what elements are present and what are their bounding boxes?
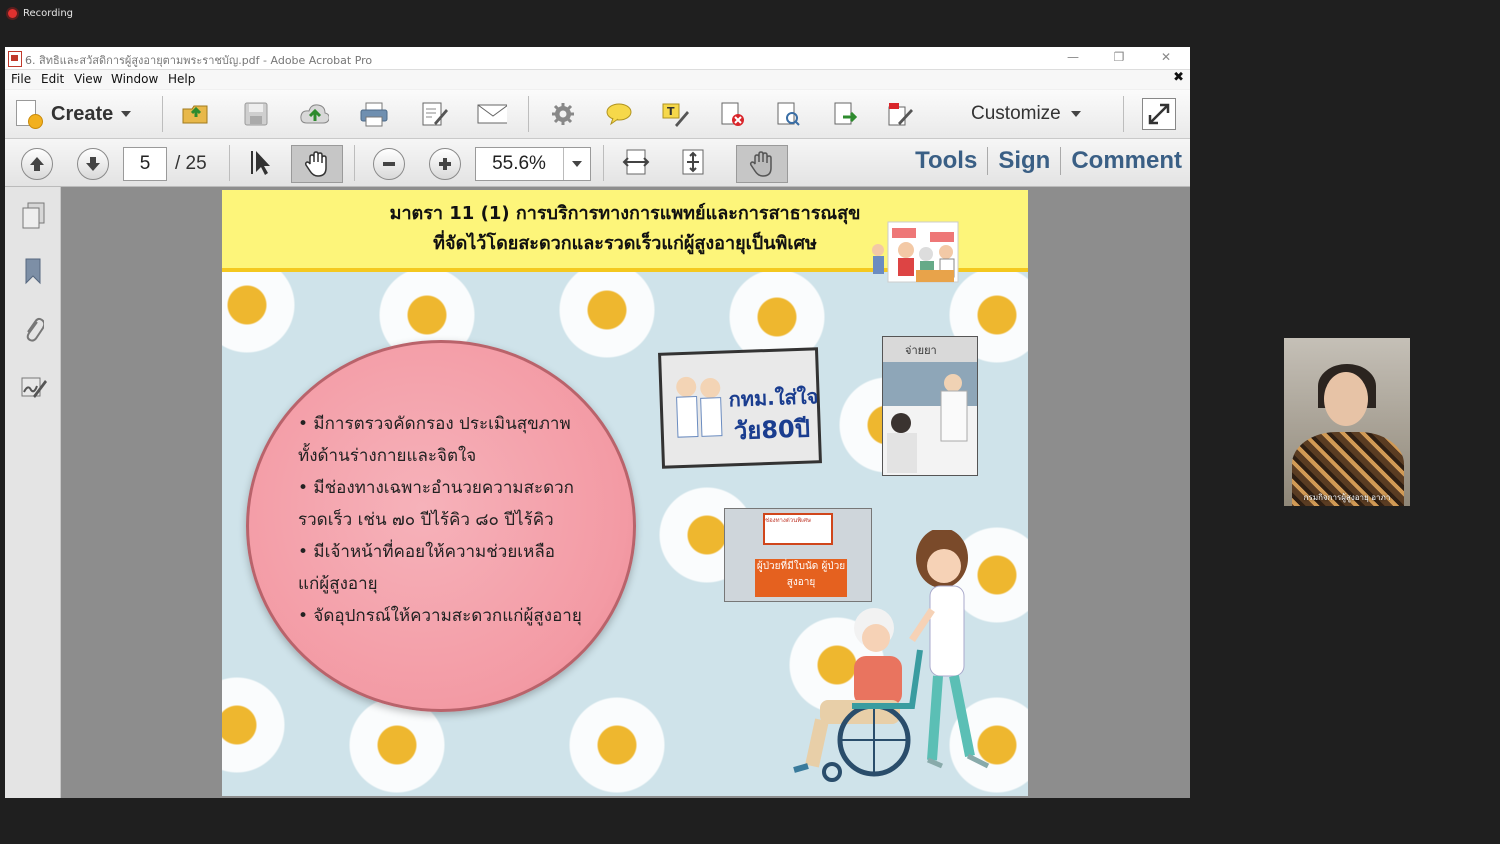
save-icon[interactable] [241, 100, 271, 128]
attachment-icon[interactable] [19, 315, 47, 343]
pdf-page-slide: มาตรา 11 (1) การบริการทางการแพทย์และการส… [222, 190, 1028, 796]
export-icon[interactable] [830, 100, 860, 128]
signature-icon[interactable] [19, 373, 47, 401]
menu-window[interactable]: Window [111, 72, 158, 86]
chevron-down-icon [1070, 111, 1081, 117]
hand-tool-button[interactable] [291, 145, 343, 183]
chevron-down-icon [572, 161, 582, 167]
participant-face [1324, 372, 1368, 426]
close-button[interactable]: ✕ [1156, 50, 1176, 64]
video-participant-tile[interactable]: กรมกิจการผู้สูงอายุ อาภา [1284, 338, 1410, 506]
bullet-item: ทั้งด้านร่างกายและจิตใจ [298, 446, 477, 466]
title-bar: 6. สิทธิและสวัสดิการผู้สูงอายุตามพระราชบ… [5, 47, 1190, 70]
fit-width-icon[interactable] [621, 148, 651, 176]
highlight-icon[interactable]: T [660, 100, 690, 128]
print-icon[interactable] [359, 100, 389, 128]
navigation-pane [5, 187, 61, 798]
search-page-icon[interactable] [773, 100, 803, 128]
comment-icon[interactable] [604, 100, 634, 128]
comment-link[interactable]: Comment [1071, 147, 1182, 175]
open-icon[interactable] [181, 100, 211, 128]
window-title: 6. สิทธิและสวัสดิการผู้สูงอายุตามพระราชบ… [25, 54, 373, 67]
chevron-down-icon [121, 111, 132, 117]
photo-pharmacy-counter: จ่ายยา [882, 336, 978, 476]
photo1-line2: วัย80ปี [733, 414, 811, 446]
select-tool-icon[interactable] [246, 148, 276, 176]
tools-link[interactable]: Tools [915, 147, 977, 175]
recording-indicator: Recording [8, 8, 73, 19]
bullet-item: • มีการตรวจคัดกรอง ประเมินสุขภาพ [298, 414, 571, 434]
wheelchair-illustration [792, 528, 1022, 790]
bookmark-icon[interactable] [19, 257, 47, 285]
menu-file[interactable]: File [11, 72, 31, 86]
settings-icon[interactable] [548, 100, 578, 128]
navigation-toolbar: 5 / 25 55.6% Tools Sign Comment [5, 139, 1190, 187]
record-icon [8, 9, 17, 18]
fit-page-icon[interactable] [678, 148, 708, 176]
menu-help[interactable]: Help [168, 72, 195, 86]
read-mode-button[interactable] [736, 145, 788, 183]
page-total: / 25 [175, 153, 207, 174]
main-toolbar: Create T Customize [5, 90, 1190, 139]
edit-icon[interactable] [419, 100, 449, 128]
sign-link[interactable]: Sign [998, 147, 1050, 175]
zoom-out-button[interactable] [373, 148, 405, 180]
zoom-select[interactable]: 55.6% [475, 147, 591, 181]
clinic-illustration [870, 218, 970, 288]
participant-name: กรมกิจการผู้สูงอายุ อาภา [1303, 493, 1391, 502]
menu-bar: File Edit View Window Help ✖ [5, 70, 1190, 89]
arrow-down-icon [86, 157, 100, 171]
pdf-icon [8, 51, 22, 67]
email-icon[interactable] [477, 100, 507, 128]
page-number-input[interactable]: 5 [123, 147, 167, 181]
previous-page-button[interactable] [21, 148, 53, 180]
create-button[interactable]: Create [13, 98, 132, 130]
recording-label: Recording [23, 8, 74, 19]
zoom-value: 55.6% [492, 153, 546, 174]
next-page-button[interactable] [77, 148, 109, 180]
bullet-list: • มีการตรวจคัดกรอง ประเมินสุขภาพ ทั้งด้า… [298, 408, 618, 632]
bullet-item: แก่ผู้สูงอายุ [298, 574, 378, 594]
svg-text:T: T [667, 105, 675, 118]
photo2-sign: จ่ายยา [905, 344, 937, 357]
plus-icon [439, 158, 451, 170]
hand-icon [304, 150, 330, 182]
customize-label: Customize [971, 103, 1061, 124]
bullet-item: • จัดอุปกรณ์ให้ความสะดวกแก่ผู้สูงอายุ [298, 606, 582, 626]
menu-edit[interactable]: Edit [41, 72, 64, 86]
pages-icon[interactable] [19, 201, 47, 229]
create-pdf-icon [13, 98, 43, 130]
minimize-button[interactable]: — [1063, 50, 1083, 64]
arrow-up-icon [30, 157, 44, 171]
zoom-dropdown-button[interactable] [563, 148, 590, 180]
bullet-item: รวดเร็ว เช่น ๗๐ ปีไร้คิว ๘๐ ปีไร้คิว [298, 510, 554, 530]
task-pane-links: Tools Sign Comment [915, 147, 1182, 175]
sign-icon[interactable] [885, 100, 915, 128]
zoom-in-button[interactable] [429, 148, 461, 180]
photo-bkk-elderly-sign: กทม.ใส่ใจ วัย80ปี [658, 347, 822, 469]
create-label: Create [51, 102, 114, 125]
delete-page-icon[interactable] [717, 100, 747, 128]
minus-icon [383, 162, 395, 166]
close-document-button[interactable]: ✖ [1173, 70, 1184, 85]
expand-icon[interactable] [1142, 98, 1176, 130]
menu-view[interactable]: View [74, 72, 102, 86]
touch-icon [749, 150, 775, 182]
restore-button[interactable]: ❐ [1109, 50, 1129, 64]
bullet-item: • มีเจ้าหน้าที่คอยให้ความช่วยเหลือ [298, 542, 555, 562]
customize-button[interactable]: Customize [971, 103, 1081, 125]
cloud-upload-icon[interactable] [299, 100, 329, 128]
bullet-item: • มีช่องทางเฉพาะอำนวยความสะดวก [298, 478, 574, 498]
